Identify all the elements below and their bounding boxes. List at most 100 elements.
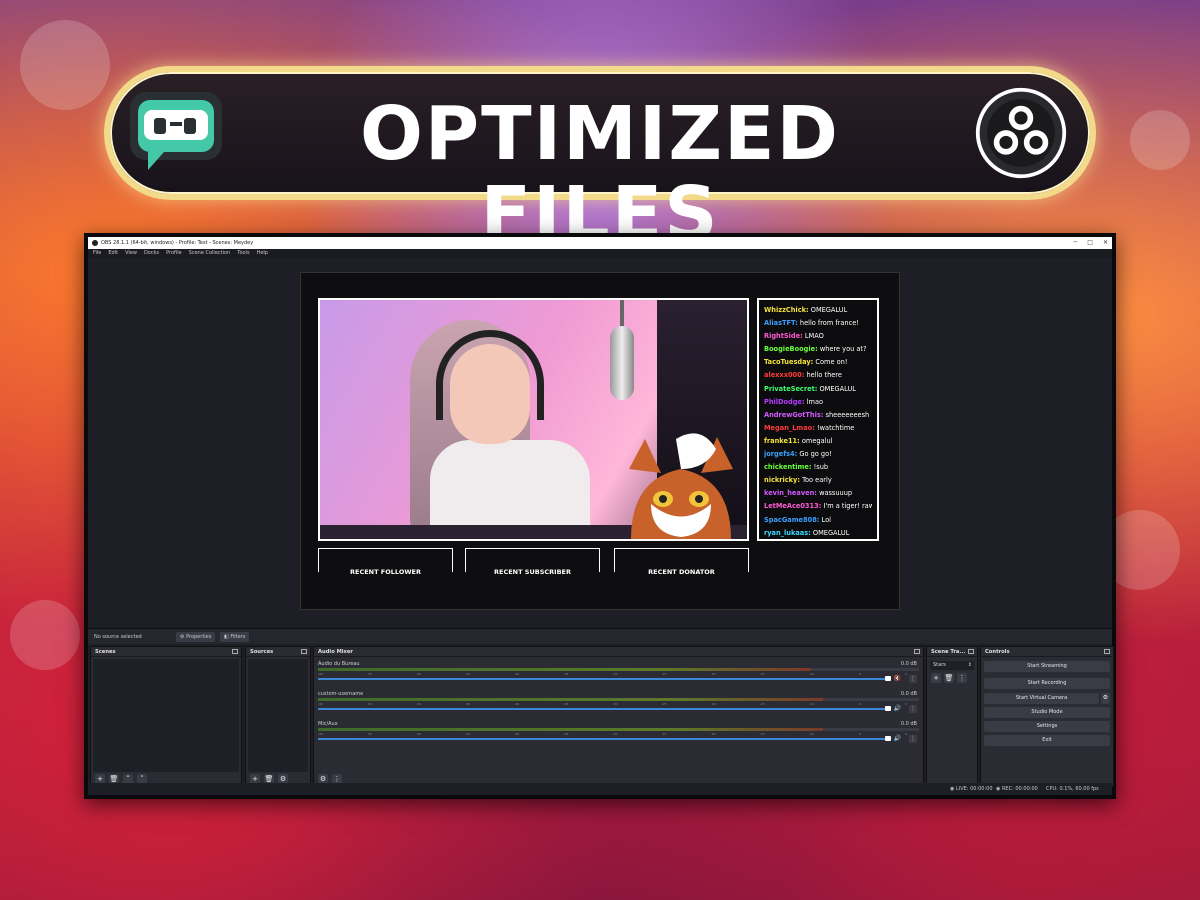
close-button[interactable]: ✕: [1103, 237, 1108, 249]
chat-username: LetMeAce0313:: [764, 502, 822, 511]
filters-button[interactable]: ◧ Filters: [220, 632, 250, 642]
meter-tick-label: -10: [808, 672, 814, 676]
settings-button[interactable]: Settings: [984, 721, 1110, 732]
chat-text: wassuuup: [819, 489, 853, 498]
webcam-frame: [318, 298, 749, 541]
chat-username: SpacGame808:: [764, 515, 820, 524]
stream-canvas[interactable]: WhizzChick: OMEGALUL AliasTFT: hello from…: [300, 272, 900, 610]
start-virtual-camera-button[interactable]: Start Virtual Camera: [984, 693, 1099, 704]
meter-tick-label: -15: [759, 672, 765, 676]
chat-message: kevin_heaven: wassuuup: [764, 487, 872, 500]
chat-message: AliasTFT: hello from france!: [764, 317, 872, 330]
menu-edit[interactable]: Edit: [108, 249, 118, 258]
chat-text: Too early: [802, 476, 832, 485]
chat-message: SpacGame808: Lol: [764, 514, 872, 527]
volume-slider-handle[interactable]: [885, 676, 891, 681]
speaker-icon[interactable]: 🔊: [894, 705, 901, 712]
maximize-button[interactable]: □: [1087, 237, 1093, 249]
menu-help[interactable]: Help: [257, 249, 268, 258]
exit-button[interactable]: Exit: [984, 735, 1110, 746]
popout-icon[interactable]: [968, 649, 974, 654]
meter-tick-label: -20: [710, 702, 716, 706]
channel-name: Mic/Aux: [318, 721, 338, 727]
recent-donator-alert: RECENT DONATOR: [614, 548, 749, 576]
menu-docks[interactable]: Docks: [144, 249, 159, 258]
bokeh-light: [10, 600, 80, 670]
volume-meter: [318, 698, 919, 701]
popout-icon[interactable]: [914, 649, 920, 654]
obs-logo-icon: [975, 87, 1067, 179]
meter-tick-label: -15: [759, 702, 765, 706]
chat-text: sheeeeeeesh: [825, 410, 870, 419]
chat-text: I'm a tiger! rawr!: [823, 502, 872, 511]
mixer-channel: Audio du Bureau 0.0 dB -60 -55 -50 -45 -40 -35-…: [318, 661, 919, 689]
start-streaming-button[interactable]: Start Streaming: [984, 661, 1110, 672]
chat-username: nickricky:: [764, 476, 800, 485]
controls-title: Controls: [985, 649, 1010, 655]
volume-slider[interactable]: [318, 738, 891, 740]
sources-list[interactable]: [248, 659, 308, 772]
channel-db: 0.0 dB: [900, 661, 917, 667]
popout-icon[interactable]: [301, 649, 307, 654]
streamlabs-logo-icon: [130, 92, 222, 170]
scenes-list[interactable]: [93, 659, 239, 772]
chat-message: alexxx000: hello there: [764, 369, 872, 382]
banner-title: OPTIMIZED FILES: [360, 91, 840, 257]
sources-dock: Sources + 🗑 ⚙: [245, 646, 311, 787]
muted-speaker-icon[interactable]: 🔇: [894, 675, 901, 682]
menu-profile[interactable]: Profile: [166, 249, 182, 258]
meter-tick-label: -35: [563, 702, 569, 706]
meter-ticks: -60 -55 -50 -45 -40 -35 -30 -25 -20 -15 -10 -5 0: [318, 732, 907, 736]
speaker-icon[interactable]: 🔊: [894, 735, 901, 742]
add-transition-button[interactable]: +: [931, 673, 941, 683]
meter-tick-label: -10: [808, 732, 814, 736]
meter-tick-label: -60: [318, 732, 323, 736]
studio-mode-button[interactable]: Studio Mode: [984, 707, 1110, 718]
chat-overlay: WhizzChick: OMEGALUL AliasTFT: hello from…: [757, 298, 879, 541]
preview-area[interactable]: WhizzChick: OMEGALUL AliasTFT: hello from…: [88, 258, 1112, 628]
meter-tick-label: 0: [905, 672, 907, 676]
meter-tick-label: -40: [514, 732, 520, 736]
chat-username: PrivateSecret:: [764, 384, 818, 393]
volume-slider-handle[interactable]: [885, 736, 891, 741]
volume-slider[interactable]: [318, 708, 891, 710]
chat-username: jorgefs4:: [764, 450, 798, 459]
chat-text: lmao: [806, 397, 824, 406]
minimize-button[interactable]: ─: [1074, 237, 1078, 249]
cpu-status: CPU: 0.1%, 60.00 fps: [1046, 786, 1099, 792]
channel-name: Audio du Bureau: [318, 661, 360, 667]
volume-meter: [318, 728, 919, 731]
chat-username: franke11:: [764, 436, 800, 445]
chat-text: hello from france!: [799, 319, 859, 328]
start-recording-button[interactable]: Start Recording: [984, 678, 1110, 689]
menu-tools[interactable]: Tools: [237, 249, 249, 258]
chat-username: AndrewGotThis:: [764, 410, 824, 419]
channel-menu-button[interactable]: ⋮: [909, 675, 917, 683]
meter-tick-label: -55: [367, 672, 372, 676]
chat-username: ryan_lukaas:: [764, 528, 811, 537]
menu-file[interactable]: File: [93, 249, 101, 258]
menu-view[interactable]: View: [125, 249, 137, 258]
window-title: OBS 28.1.1 (64-bit, windows) - Profile: …: [101, 240, 254, 246]
transition-select[interactable]: Stars ⇕: [930, 661, 974, 670]
meter-tick-label: 0: [905, 702, 907, 706]
properties-button[interactable]: ⚙ Properties: [176, 632, 216, 642]
mixer-title: Audio Mixer: [318, 649, 353, 655]
menu-scene-collection[interactable]: Scene Collection: [189, 249, 231, 258]
chat-message: LetMeAce0313: I'm a tiger! rawr!: [764, 500, 872, 513]
scenes-title: Scenes: [95, 649, 116, 655]
meter-tick-label: -30: [612, 672, 618, 676]
popout-icon[interactable]: [232, 649, 238, 654]
channel-menu-button[interactable]: ⋮: [909, 705, 917, 713]
mixer-channel: custom-username 0.0 dB -60 -55 -50 -45 -40 -35-…: [318, 691, 919, 719]
chat-text: OMEGALUL: [819, 384, 856, 393]
transition-menu-button[interactable]: ⋮: [957, 673, 967, 683]
popout-icon[interactable]: [1104, 649, 1110, 654]
virtual-camera-settings-icon[interactable]: ⚙: [1101, 693, 1110, 704]
remove-transition-button[interactable]: 🗑: [944, 673, 954, 683]
mixer-channel: Mic/Aux 0.0 dB -60 -55 -50 -45 -40 -35 -30 -25 -20…: [318, 721, 919, 749]
volume-slider-handle[interactable]: [885, 706, 891, 711]
volume-slider[interactable]: [318, 678, 891, 680]
meter-tick-label: -55: [367, 702, 372, 706]
channel-menu-button[interactable]: ⋮: [909, 735, 917, 743]
